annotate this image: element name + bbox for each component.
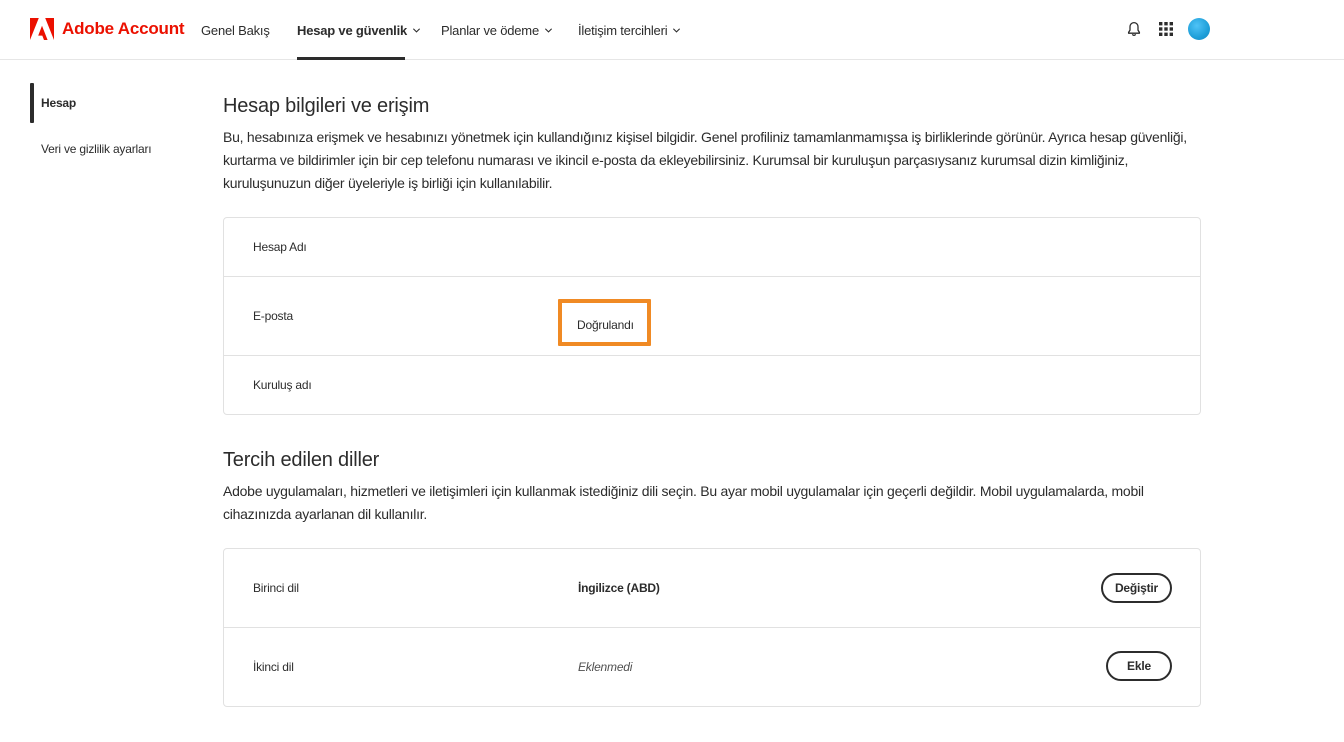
change-language-button[interactable]: Değiştir — [1101, 573, 1172, 603]
row-label: Kuruluş adı — [253, 378, 312, 392]
brand-name: Adobe Account — [62, 19, 185, 38]
apps-grid-icon[interactable] — [1155, 18, 1177, 40]
sidebar-item-veri-ve-gizlilik[interactable]: Veri ve gizlilik ayarları — [41, 142, 152, 156]
top-navigation: Adobe Account Genel Bakış Hesap ve güven… — [0, 0, 1344, 60]
row-label: Hesap Adı — [253, 240, 307, 254]
secondary-language-value: Eklenmedi — [578, 660, 633, 674]
email-verified-status: Doğrulandı — [577, 318, 634, 332]
bell-icon-glyph — [1127, 21, 1141, 37]
nav-label: Genel Bakış — [201, 22, 270, 38]
avatar[interactable] — [1188, 18, 1210, 40]
account-section-title: Hesap bilgileri ve erişim — [223, 95, 430, 117]
row-label: Birinci dil — [253, 581, 299, 595]
account-section-description: Bu, hesabınıza erişmek ve hesabınızı yön… — [223, 129, 1187, 191]
nav-label: Planlar ve ödeme — [441, 22, 539, 38]
primary-language-value: İngilizce (ABD) — [578, 581, 660, 595]
account-info-card: Hesap Adı E-posta Kuruluş adı — [223, 217, 1201, 415]
account-name-row[interactable]: Hesap Adı — [224, 218, 1200, 277]
nav-label: Hesap ve güvenlik — [297, 22, 408, 38]
email-row[interactable]: E-posta — [224, 277, 1200, 356]
nav-planlar-ve-odeme[interactable]: Planlar ve ödeme — [441, 0, 553, 60]
brand[interactable]: Adobe Account — [30, 17, 185, 41]
apps-grid-glyph — [1159, 22, 1173, 36]
chevron-down-icon — [413, 27, 421, 33]
primary-language-row: Birinci dil İngilizce (ABD) Değiştir — [224, 549, 1200, 628]
adobe-logo-icon — [30, 18, 54, 40]
chevron-down-icon — [544, 27, 553, 33]
sidebar-active-indicator — [30, 83, 34, 123]
active-tab-indicator — [297, 57, 405, 60]
secondary-language-row: İkinci dil Eklenmedi Ekle — [224, 628, 1200, 706]
nav-label: İletişim tercihleri — [578, 22, 668, 38]
language-card: Birinci dil İngilizce (ABD) Değiştir İki… — [223, 548, 1201, 707]
nav-hesap-ve-guvenlik[interactable]: Hesap ve güvenlik — [297, 0, 421, 60]
organization-row[interactable]: Kuruluş adı — [224, 356, 1200, 414]
chevron-down-icon — [673, 27, 681, 33]
row-label: İkinci dil — [253, 660, 294, 674]
sidebar-item-hesap[interactable]: Hesap — [41, 96, 76, 110]
row-label: E-posta — [253, 309, 293, 323]
language-section-title: Tercih edilen diller — [223, 449, 380, 471]
nav-iletisim-tercihleri[interactable]: İletişim tercihleri — [578, 0, 681, 60]
add-language-button[interactable]: Ekle — [1106, 651, 1172, 681]
language-section-description: Adobe uygulamaları, hizmetleri ve iletiş… — [223, 483, 1144, 522]
nav-genel-bakis[interactable]: Genel Bakış — [201, 0, 270, 60]
bell-icon[interactable] — [1123, 18, 1145, 40]
